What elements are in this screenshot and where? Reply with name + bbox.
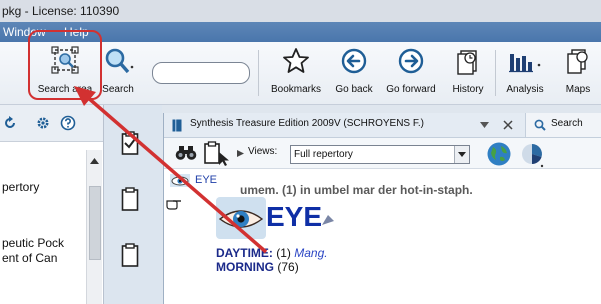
arrow-annotation bbox=[74, 86, 268, 254]
screenshot-frame: pkg - License: 110390 Window Help Search… bbox=[0, 0, 601, 304]
